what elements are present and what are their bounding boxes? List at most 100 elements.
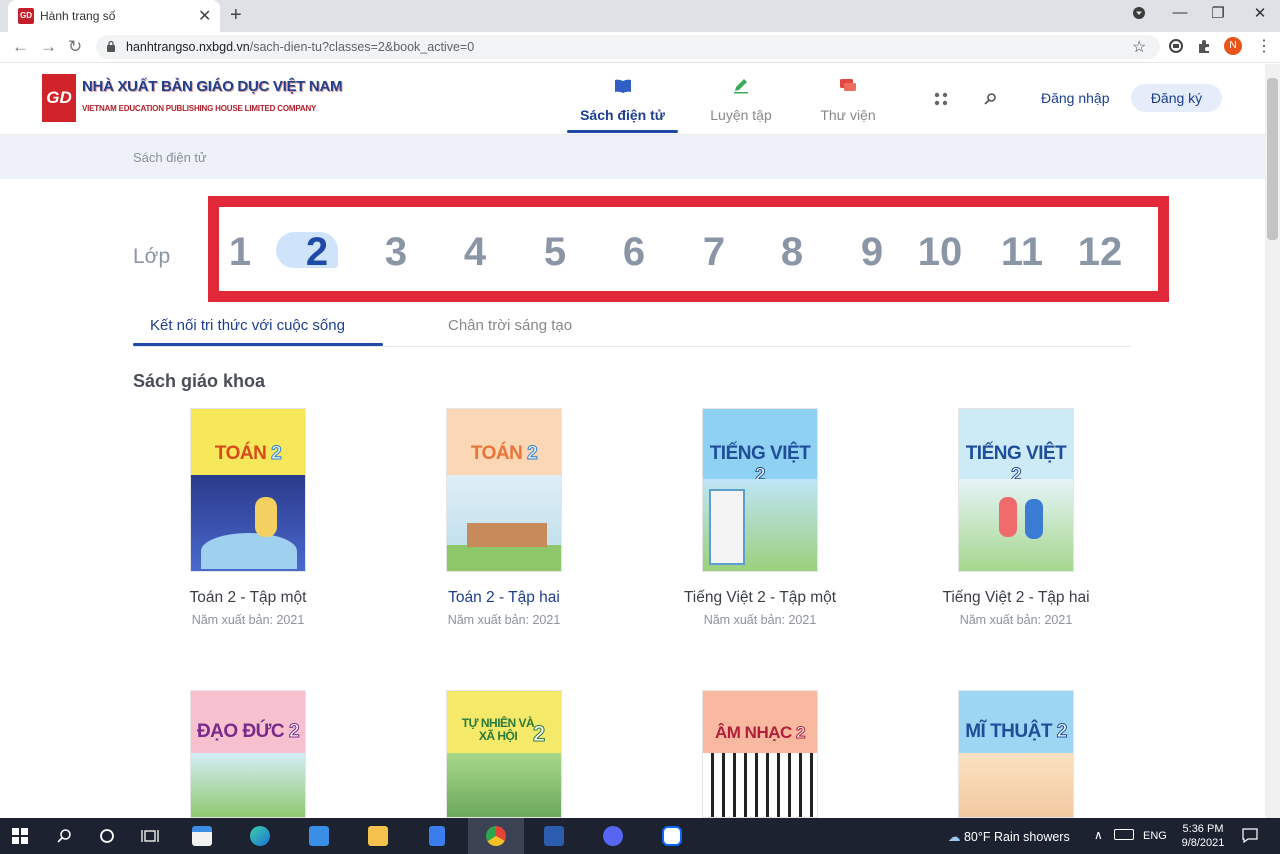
media-icon[interactable]	[1168, 38, 1184, 54]
keyboard-icon[interactable]	[1114, 829, 1134, 840]
book-title[interactable]: Toán 2 - Tập một	[138, 589, 358, 607]
search-icon[interactable]	[56, 828, 72, 844]
forward-icon[interactable]: →	[40, 37, 57, 57]
book-cover-title: ÂM NHẠC 2	[703, 723, 817, 743]
minimize-button[interactable]: —	[1166, 4, 1194, 21]
close-window-button[interactable]: ✕	[1246, 4, 1274, 22]
grade-5[interactable]: 5	[531, 230, 579, 275]
book-icon	[614, 79, 631, 93]
tab-ket-noi[interactable]: Kết nối tri thức với cuộc sống	[150, 317, 345, 334]
taskbar-word[interactable]	[532, 818, 576, 854]
grade-1[interactable]: 1	[216, 230, 264, 275]
login-link[interactable]: Đăng nhập	[1041, 90, 1110, 106]
cover-illustration	[703, 479, 817, 571]
breadcrumb[interactable]: Sách điện tử	[133, 150, 207, 165]
cover-illustration	[447, 475, 561, 571]
cover-illustration	[959, 753, 1073, 817]
cortana-icon[interactable]	[99, 828, 115, 844]
chevron-up-icon[interactable]: ∧	[1094, 828, 1103, 842]
weather-widget[interactable]: ☁ 80°F Rain showers	[948, 829, 1070, 844]
profile-menu-icon[interactable]	[1125, 6, 1153, 24]
grade-8[interactable]: 8	[768, 230, 816, 275]
favicon-icon: GD	[18, 8, 34, 24]
grade-9[interactable]: 9	[848, 230, 896, 275]
cover-num-text: 2	[288, 721, 300, 743]
book-cover-title: TOÁN 2	[447, 443, 561, 465]
apps-grid-icon[interactable]	[934, 92, 948, 106]
book-cover[interactable]: TIẾNG VIỆT 2	[958, 408, 1074, 572]
cover-num-text: 2	[527, 443, 539, 465]
grade-3[interactable]: 3	[372, 230, 420, 275]
task-view-icon[interactable]	[141, 828, 159, 844]
more-menu-icon[interactable]: ⋮	[1256, 36, 1272, 56]
grade-10[interactable]: 10	[910, 230, 970, 275]
scrollbar-thumb[interactable]	[1267, 78, 1278, 240]
address-bar[interactable]: hanhtrangso.nxbgd.vn/sach-dien-tu?classe…	[96, 35, 1160, 59]
grade-label: Lớp	[133, 245, 171, 268]
book-cover-title: TOÁN 2	[191, 443, 305, 465]
language-indicator[interactable]: ENG	[1143, 830, 1167, 842]
grade-6[interactable]: 6	[610, 230, 658, 275]
taskbar-zalo[interactable]	[650, 818, 694, 854]
lock-icon[interactable]	[106, 40, 116, 52]
cover-illustration	[959, 479, 1073, 571]
clock-date: 9/8/2021	[1181, 837, 1225, 849]
back-icon[interactable]: ←	[12, 37, 29, 57]
active-tab-indicator	[133, 343, 383, 346]
book-year: Năm xuất bản: 2021	[191, 613, 305, 627]
tab-chan-troi[interactable]: Chân trời sáng tạo	[448, 317, 572, 334]
cover-num-text: 2	[271, 443, 283, 465]
publisher-name: NHÀ XUẤT BẢN GIÁO DỤC VIỆT NAM	[82, 78, 343, 95]
windows-start-icon[interactable]	[12, 828, 28, 844]
notification-icon[interactable]	[1242, 828, 1258, 843]
book-cover[interactable]: ÂM NHẠC 2	[702, 690, 818, 818]
store-icon	[192, 826, 212, 846]
weather-cloud-icon: ☁	[948, 830, 961, 844]
nav-ebooks[interactable]: Sách điện tử	[567, 78, 678, 123]
book-title[interactable]: Tiếng Việt 2 - Tập một	[650, 589, 870, 607]
taskbar-discord[interactable]	[591, 818, 635, 854]
book-cover[interactable]: TOÁN 2	[190, 408, 306, 572]
book-cover[interactable]: ĐẠO ĐỨC 2	[190, 690, 306, 818]
grade-4[interactable]: 4	[451, 230, 499, 275]
clock[interactable]: 5:36 PM 9/8/2021	[1180, 822, 1226, 850]
nav-practice[interactable]: Luyện tập	[690, 78, 792, 123]
book-cover[interactable]: TOÁN 2	[446, 408, 562, 572]
clock-time: 5:36 PM	[1182, 823, 1224, 835]
cover-illustration	[191, 753, 305, 817]
bookmark-star-icon[interactable]: ☆	[1132, 37, 1146, 57]
taskbar-mail[interactable]	[297, 818, 341, 854]
extensions-puzzle-icon[interactable]	[1196, 38, 1212, 54]
nav-library[interactable]: Thư viện	[800, 78, 896, 123]
cover-num-text: 2	[1056, 721, 1068, 743]
cover-illustration	[447, 753, 561, 817]
grade-11[interactable]: 11	[992, 230, 1052, 275]
book-year: Năm xuất bản: 2021	[447, 613, 561, 627]
reload-icon[interactable]: ↻	[68, 37, 82, 57]
signup-button[interactable]: Đăng ký	[1131, 84, 1222, 112]
search-icon[interactable]	[983, 92, 997, 106]
taskbar-store[interactable]	[180, 818, 224, 854]
cover-illustration	[703, 753, 817, 817]
close-tab-icon[interactable]: ✕	[198, 6, 211, 26]
taskbar-chrome[interactable]	[468, 818, 524, 854]
book-title[interactable]: Toán 2 - Tập hai	[394, 589, 614, 607]
grade-12[interactable]: 12	[1070, 230, 1130, 275]
new-tab-button[interactable]: +	[230, 4, 242, 27]
publisher-logo[interactable]: GD	[42, 74, 76, 122]
grade-7[interactable]: 7	[690, 230, 738, 275]
browser-tab[interactable]: GD Hành trang số ✕	[8, 0, 220, 32]
maximize-button[interactable]: ❐	[1204, 4, 1232, 22]
taskbar-edge[interactable]	[238, 818, 282, 854]
book-cover[interactable]: TỰ NHIÊN VÀ XÃ HỘI 2	[446, 690, 562, 818]
taskbar-explorer[interactable]	[356, 818, 400, 854]
book-cover-title: ĐẠO ĐỨC 2	[191, 721, 305, 743]
profile-avatar[interactable]: N	[1224, 37, 1242, 55]
url-path: /sach-dien-tu?classes=2&book_active=0	[249, 40, 475, 54]
grade-2[interactable]: 2	[293, 230, 341, 275]
book-title[interactable]: Tiếng Việt 2 - Tập hai	[906, 589, 1126, 607]
cover-num-text: 2	[532, 721, 546, 747]
taskbar-docs[interactable]	[415, 818, 459, 854]
book-cover[interactable]: MĨ THUẬT 2	[958, 690, 1074, 818]
book-cover[interactable]: TIẾNG VIỆT 2	[702, 408, 818, 572]
